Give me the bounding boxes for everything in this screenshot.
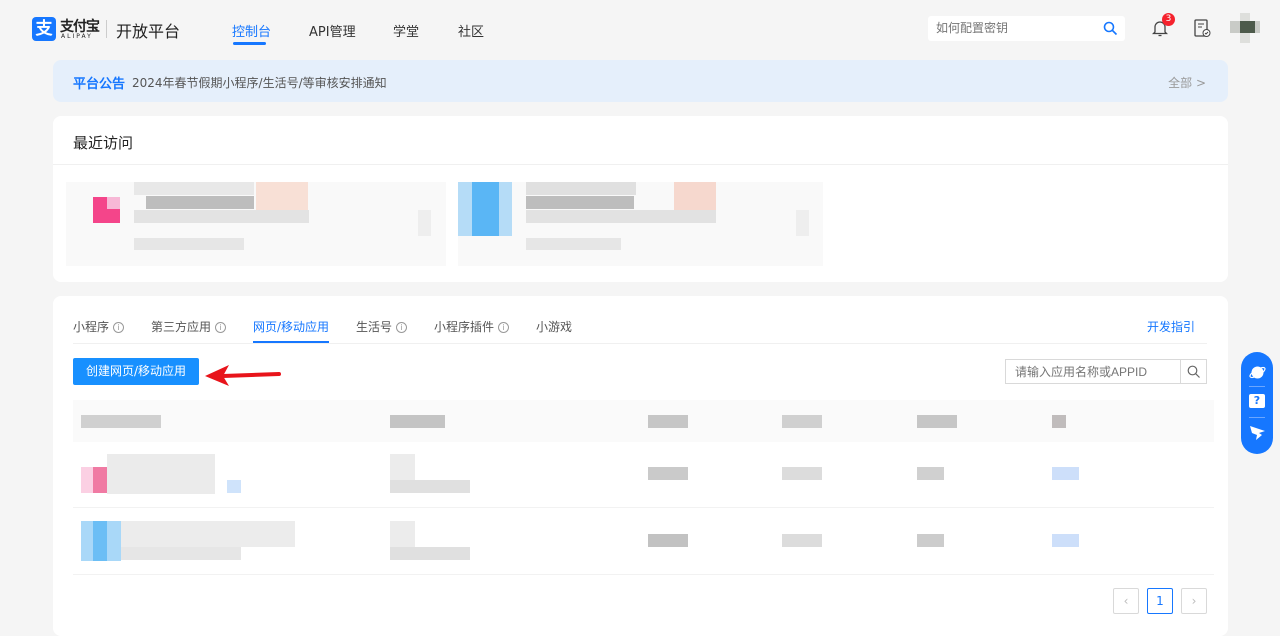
search-icon[interactable]	[1103, 21, 1118, 36]
pagination-next[interactable]: ›	[1181, 588, 1207, 614]
blurred-content	[526, 182, 636, 195]
blurred-content	[1052, 415, 1066, 428]
logo-divider	[106, 20, 107, 38]
blurred-content	[227, 480, 241, 493]
blurred-content	[390, 480, 470, 493]
table-header	[73, 400, 1214, 442]
blurred-content	[917, 467, 944, 480]
pagination-page-1[interactable]: 1	[1147, 588, 1173, 614]
blurred-content	[1052, 467, 1079, 480]
blurred-content	[256, 182, 308, 210]
dev-guide-link[interactable]: 开发指引	[1147, 318, 1195, 335]
global-search-input[interactable]	[928, 16, 1125, 41]
create-web-app-button[interactable]: 创建网页/移动应用	[73, 358, 199, 385]
divider	[1249, 386, 1265, 387]
info-icon[interactable]: i	[113, 322, 125, 333]
blurred-content	[121, 547, 241, 560]
blurred-content	[648, 467, 688, 480]
blurred-content	[81, 415, 161, 428]
blurred-content	[107, 454, 215, 494]
tab-label: 生活号	[356, 320, 393, 334]
divider	[53, 164, 1228, 165]
tabs-divider	[73, 343, 1207, 344]
logo-subtext: ALIPAY	[61, 33, 93, 40]
announcement-bar: 平台公告 2024年春节假期小程序/生活号/等审核安排通知 全部 >	[53, 60, 1228, 102]
recent-visits-card: 最近访问	[53, 116, 1228, 282]
tab-life-account[interactable]: 生活号 i	[356, 318, 408, 335]
blurred-content	[526, 210, 716, 223]
info-icon[interactable]: i	[215, 322, 227, 333]
info-icon[interactable]: i	[396, 322, 408, 333]
blurred-content	[134, 182, 254, 195]
nav-active-indicator	[233, 42, 266, 45]
platform-title: 开放平台	[116, 22, 181, 41]
blurred-content	[917, 415, 957, 428]
blurred-content	[648, 415, 688, 428]
table-row[interactable]	[73, 509, 1214, 575]
pagination-prev[interactable]: ‹	[1113, 588, 1139, 614]
blurred-content	[526, 196, 634, 209]
tab-web-mobile[interactable]: 网页/移动应用	[253, 318, 329, 335]
blurred-content	[796, 210, 809, 236]
blurred-content	[107, 197, 120, 209]
nav-console[interactable]: 控制台	[232, 21, 271, 40]
floating-help-bar: ?	[1241, 352, 1273, 454]
dingtalk-icon[interactable]	[1249, 424, 1266, 441]
blurred-content	[121, 521, 295, 547]
blurred-content	[390, 415, 445, 428]
tab-label: 小程序	[73, 320, 110, 334]
announcement-link[interactable]: 2024年春节假期小程序/生活号/等审核安排通知	[132, 74, 387, 91]
blurred-content	[390, 547, 470, 560]
planet-icon[interactable]	[1249, 364, 1266, 381]
blurred-content	[526, 238, 621, 250]
tab-plugin[interactable]: 小程序插件 i	[434, 318, 510, 335]
blurred-content	[648, 534, 688, 547]
document-check-icon[interactable]	[1194, 19, 1211, 38]
info-icon[interactable]: i	[498, 322, 510, 333]
blurred-content	[782, 467, 822, 480]
blurred-content	[418, 210, 431, 236]
blurred-content	[390, 454, 415, 480]
blurred-content	[782, 534, 822, 547]
blurred-content	[146, 196, 254, 209]
recent-app-card[interactable]	[458, 182, 823, 266]
help-question-icon[interactable]: ?	[1249, 394, 1265, 408]
announcement-all-link[interactable]: 全部 >	[1168, 74, 1206, 91]
search-icon	[1187, 365, 1200, 378]
blurred-content	[674, 182, 716, 210]
tab-mini-game[interactable]: 小游戏	[536, 318, 572, 335]
blurred-content	[390, 521, 415, 547]
divider	[1249, 417, 1265, 418]
blurred-content	[93, 521, 107, 561]
nav-school[interactable]: 学堂	[393, 21, 419, 40]
blurred-content	[1052, 534, 1079, 547]
announcement-tag: 平台公告	[73, 77, 126, 92]
alipay-logo-icon[interactable]: 支	[32, 17, 56, 41]
avatar[interactable]	[1230, 13, 1260, 43]
blurred-content	[917, 534, 944, 547]
recent-visits-title: 最近访问	[73, 134, 134, 152]
app-search-button[interactable]	[1180, 359, 1207, 384]
notification-badge: 3	[1162, 13, 1175, 26]
blurred-content	[782, 415, 822, 428]
blurred-content	[134, 210, 309, 223]
blurred-content	[134, 238, 244, 250]
app-search-input[interactable]	[1005, 359, 1180, 384]
tab-mini-program[interactable]: 小程序 i	[73, 318, 125, 335]
annotation-arrow	[205, 365, 281, 386]
tab-label: 小程序插件	[434, 320, 495, 334]
blurred-content	[1240, 21, 1255, 33]
tab-third-party[interactable]: 第三方应用 i	[151, 318, 227, 335]
tab-label: 第三方应用	[151, 320, 212, 334]
table-row[interactable]	[73, 442, 1214, 508]
nav-api[interactable]: API管理	[309, 21, 356, 40]
blurred-content	[93, 467, 107, 493]
recent-app-card[interactable]	[66, 182, 446, 266]
blurred-content	[472, 182, 499, 236]
nav-community[interactable]: 社区	[458, 21, 484, 40]
